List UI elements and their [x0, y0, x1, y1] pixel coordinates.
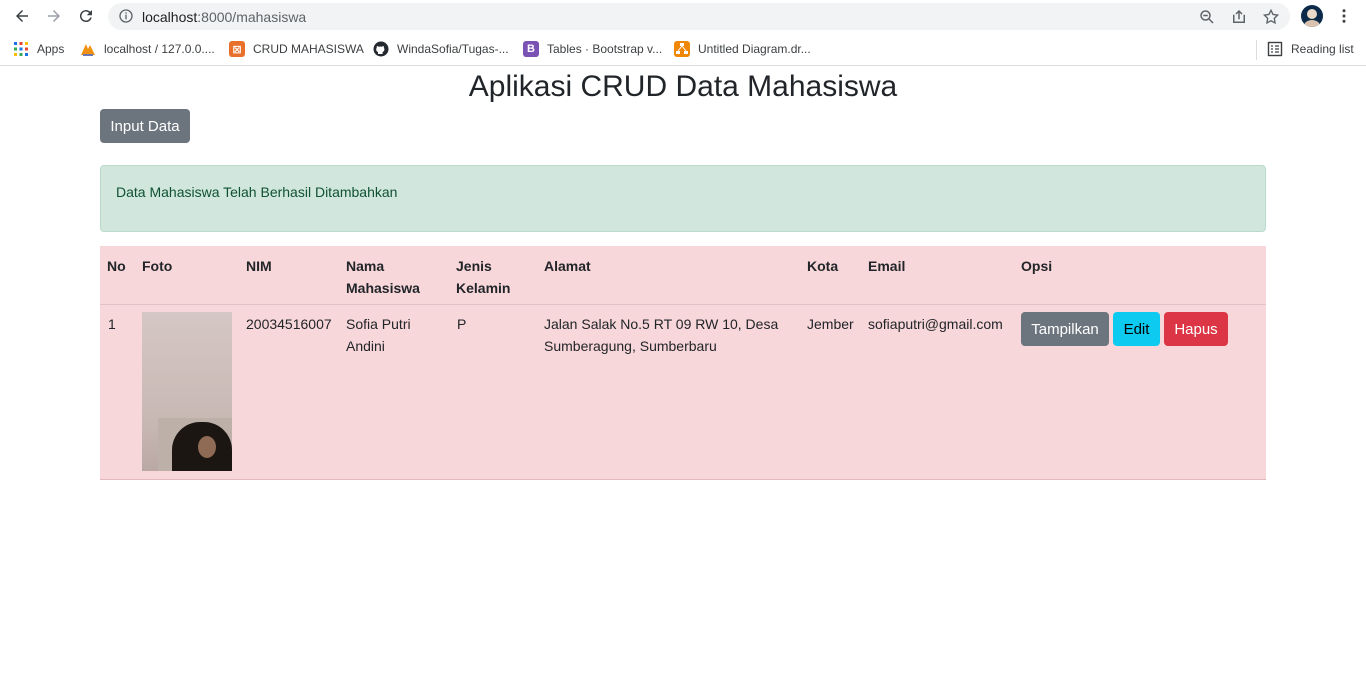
bookmark-label: Tables · Bootstrap v... [547, 42, 663, 56]
avatar-icon [1301, 5, 1323, 27]
bookmark-crud[interactable]: ⊠ CRUD MAHASISWA [229, 41, 364, 57]
header-jenis-kelamin: Jenis Kelamin [456, 255, 510, 299]
cell-alamat: Jalan Salak No.5 RT 09 RW 10, Desa Sumbe… [544, 313, 778, 357]
header-email: Email [868, 258, 906, 274]
header-jk-line1: Jenis [456, 258, 492, 274]
cell-no: 1 [108, 316, 116, 332]
header-jk-line2: Kelamin [456, 280, 511, 296]
tampilkan-button[interactable]: Tampilkan [1021, 312, 1109, 346]
cell-email: sofiaputri@gmail.com [868, 316, 1003, 332]
cell-nama: Sofia Putri Andini [346, 313, 411, 357]
bookmark-label: CRUD MAHASISWA [253, 42, 364, 56]
header-kota: Kota [807, 258, 839, 274]
star-icon[interactable] [1262, 8, 1280, 26]
phpmyadmin-icon [81, 44, 95, 56]
reading-list-icon [1267, 41, 1283, 57]
cell-nama-line1: Sofia Putri [346, 316, 411, 332]
cell-alamat-line1: Jalan Salak No.5 RT 09 RW 10, Desa [544, 316, 779, 332]
input-data-button[interactable]: Input Data [100, 109, 190, 143]
info-icon[interactable] [118, 8, 134, 24]
apps-grid-icon [14, 42, 28, 56]
share-icon[interactable] [1230, 8, 1248, 26]
header-foto: Foto [142, 258, 173, 274]
crud-favicon-icon: ⊠ [229, 41, 245, 57]
alert-message: Data Mahasiswa Telah Berhasil Ditambahka… [116, 184, 398, 200]
cell-nim: 20034516007 [246, 316, 332, 332]
url-text[interactable]: localhost:8000/mahasiswa [142, 9, 306, 25]
bookmark-label: WindaSofia/Tugas-... [397, 42, 509, 56]
edit-button[interactable]: Edit [1113, 312, 1160, 346]
back-icon[interactable] [11, 5, 33, 27]
profile-avatar[interactable] [1301, 5, 1323, 27]
bookmark-label: localhost / 127.0.0.... [104, 42, 215, 56]
bookmark-label: Untitled Diagram.dr... [698, 42, 811, 56]
cell-kota: Jember [807, 316, 854, 332]
bookmark-separator [1256, 40, 1257, 60]
bookmark-diagram[interactable]: Untitled Diagram.dr... [674, 41, 811, 57]
github-icon [373, 41, 389, 57]
header-nama: Nama Mahasiswa [346, 255, 420, 299]
reading-list-button[interactable]: Reading list [1267, 41, 1354, 57]
reload-icon[interactable] [75, 5, 97, 27]
bookmark-bootstrap[interactable]: B Tables · Bootstrap v... [523, 41, 662, 57]
table-header: No Foto NIM Nama Mahasiswa Jenis Kelamin… [100, 246, 1266, 305]
bookmark-apps[interactable]: Apps [13, 41, 64, 57]
header-no: No [107, 258, 126, 274]
header-nama-line2: Mahasiswa [346, 280, 420, 296]
header-nim: NIM [246, 258, 272, 274]
menu-icon[interactable] [1333, 5, 1355, 27]
bookmarks-bar: Apps localhost / 127.0.0.... ⊠ CRUD MAHA… [0, 33, 1366, 66]
hapus-button[interactable]: Hapus [1164, 312, 1228, 346]
bookmark-github[interactable]: WindaSofia/Tugas-... [373, 41, 509, 57]
bookmark-phpmyadmin[interactable]: localhost / 127.0.0.... [80, 41, 215, 57]
browser-toolbar: localhost:8000/mahasiswa [0, 0, 1366, 33]
drawio-icon [674, 41, 690, 57]
header-nama-line1: Nama [346, 258, 385, 274]
page-title: Aplikasi CRUD Data Mahasiswa [468, 70, 898, 103]
zoom-icon[interactable] [1198, 8, 1216, 26]
header-opsi: Opsi [1021, 258, 1053, 274]
reading-list-label: Reading list [1291, 42, 1354, 56]
mahasiswa-table: No Foto NIM Nama Mahasiswa Jenis Kelamin… [100, 246, 1266, 480]
success-alert: Data Mahasiswa Telah Berhasil Ditambahka… [100, 165, 1266, 232]
cell-alamat-line2: Sumberagung, Sumberbaru [544, 338, 717, 354]
forward-icon[interactable] [43, 5, 65, 27]
cell-jenis-kelamin: P [457, 316, 467, 332]
bookmark-label: Apps [37, 42, 65, 56]
address-bar[interactable]: localhost:8000/mahasiswa [108, 3, 1290, 30]
cell-nama-line2: Andini [346, 338, 385, 354]
header-alamat: Alamat [544, 258, 591, 274]
student-photo [142, 312, 232, 471]
bootstrap-icon: B [523, 41, 539, 57]
